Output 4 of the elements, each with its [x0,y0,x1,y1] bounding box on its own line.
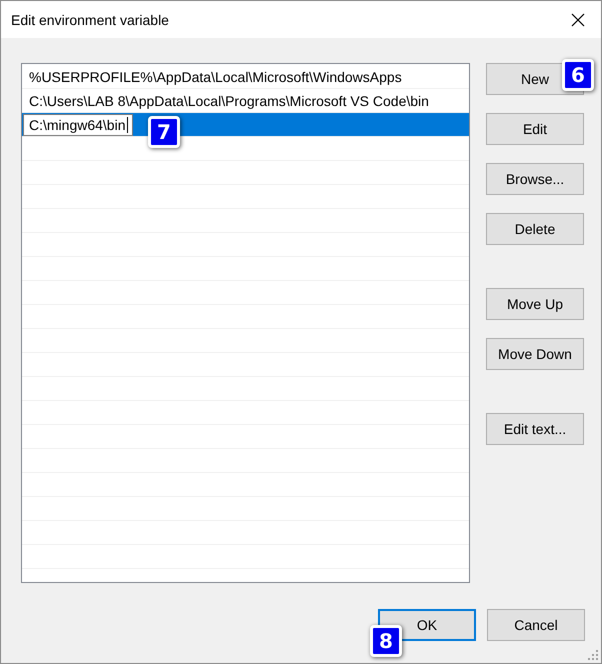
step-callout-tooltip: 8 [370,625,402,657]
step-callout-tooltip: 6 [562,59,594,91]
window-title: Edit environment variable [11,12,169,28]
step-callout-tooltip: 7 [148,116,180,148]
